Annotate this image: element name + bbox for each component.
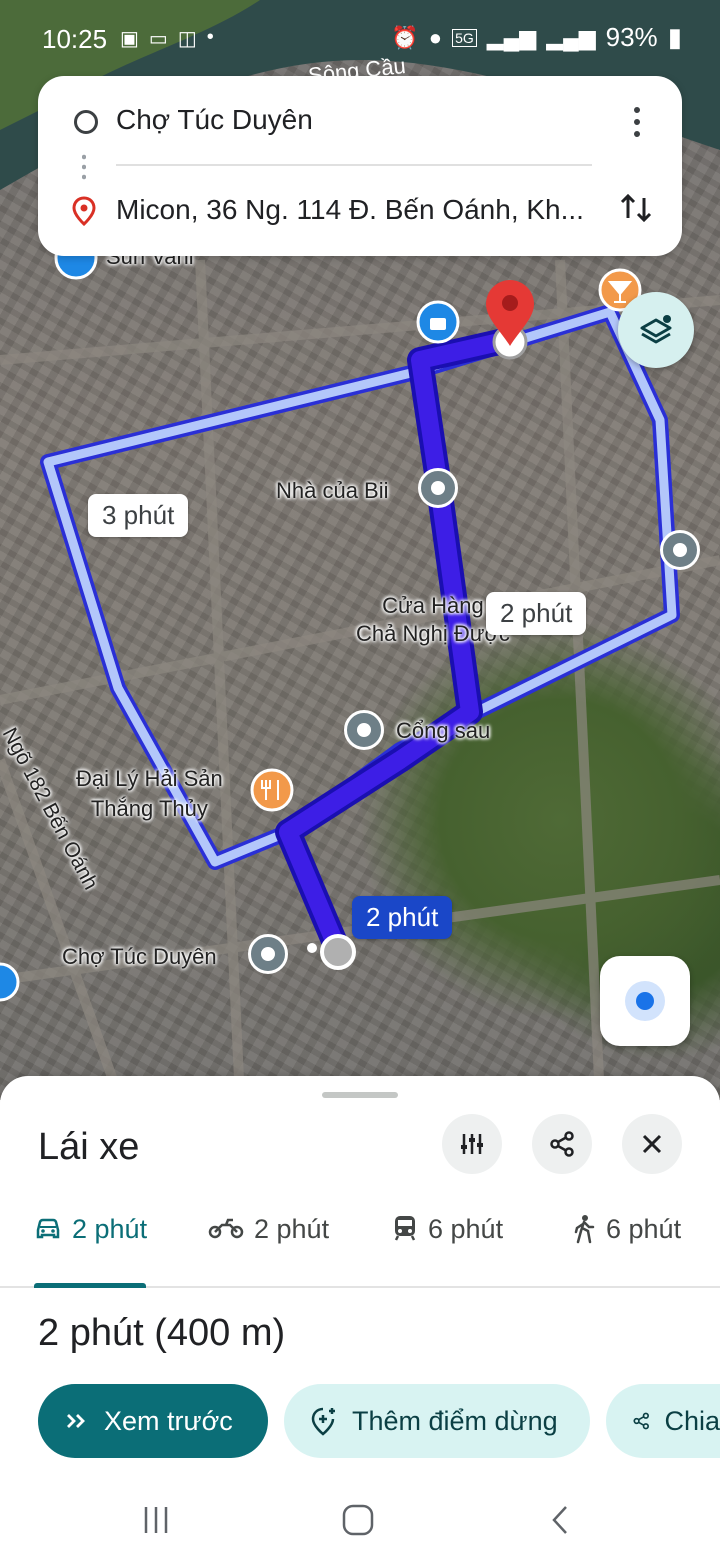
- swap-icon[interactable]: [616, 188, 656, 228]
- share-route-button[interactable]: [532, 1114, 592, 1174]
- layers-icon: [640, 315, 672, 344]
- recents-icon: [144, 1507, 168, 1533]
- map-label-cho-tuc-duyen: Chợ Túc Duyên: [62, 944, 217, 969]
- location-status-icon: ●: [428, 24, 443, 50]
- transit-icon: [394, 1216, 416, 1241]
- zalo-icon: ▭: [148, 28, 168, 50]
- route-time-alt-right[interactable]: 2 phút: [486, 592, 587, 635]
- back-icon: [552, 1506, 567, 1534]
- tab-walk-label: 6 phút: [606, 1214, 682, 1244]
- signal-icon-2: ▂▄▆: [546, 24, 596, 50]
- restaurant-poi[interactable]: [250, 768, 294, 812]
- dot-icon: •: [206, 26, 214, 48]
- poi-nha-cua-bii[interactable]: [418, 468, 458, 508]
- layers-button[interactable]: [618, 292, 694, 368]
- system-nav-bar: [0, 1480, 720, 1560]
- sheet-drag-handle[interactable]: [322, 1092, 398, 1098]
- back-button[interactable]: [530, 1500, 590, 1540]
- share-button[interactable]: Chia: [606, 1384, 720, 1458]
- alarm-icon: ⏰: [391, 24, 419, 50]
- tab-transit[interactable]: 6 phút: [392, 1214, 503, 1286]
- battery-text: 93%: [605, 22, 658, 52]
- status-bar: 10:25 ▣ ▭ ◫ • ⏰ ● 5G ▂▄▆ ▂▄▆ 93% ▮: [0, 0, 720, 76]
- route-options-button[interactable]: [442, 1114, 502, 1174]
- gallery-icon: ▣: [120, 28, 139, 50]
- map-label-nha-cua-bii: Nhà của Bii: [276, 478, 389, 503]
- double-chevron-icon: [67, 1414, 85, 1428]
- origin-marker[interactable]: [320, 934, 356, 970]
- preview-button[interactable]: Xem trước: [38, 1384, 268, 1458]
- home-icon: [342, 1504, 374, 1536]
- close-icon: [642, 1134, 662, 1154]
- home-button[interactable]: [328, 1500, 388, 1540]
- voicemail-icon: ◫: [177, 28, 197, 50]
- map-label-dai-ly: Đại Lý Hải Sản Thắng Thủy: [76, 766, 223, 821]
- route-time-alt-left[interactable]: 3 phút: [88, 494, 189, 537]
- tab-drive[interactable]: 2 phút: [34, 1214, 148, 1288]
- add-location-icon: [311, 1407, 335, 1436]
- battery-icon: ▮: [667, 22, 682, 52]
- directions-card: Chợ Túc Duyên Micon, 36 Ng. 114 Đ. Bến O…: [38, 76, 682, 256]
- divider: [116, 164, 592, 166]
- recents-button[interactable]: [126, 1500, 186, 1540]
- share-icon: [550, 1131, 574, 1157]
- add-stop-label: Thêm điểm dừng: [352, 1405, 558, 1436]
- motorbike-icon: [208, 1218, 244, 1239]
- origin-dot-small: [307, 943, 317, 953]
- blue-poi-left[interactable]: [0, 962, 20, 1002]
- shopping-bag-icon: [430, 318, 446, 330]
- destination-field[interactable]: Micon, 36 Ng. 114 Đ. Bến Oánh, Kh...: [116, 194, 596, 226]
- route-summary: 2 phút (400 m): [38, 1312, 286, 1354]
- tab-drive-label: 2 phút: [72, 1214, 148, 1244]
- share-label: Chia: [664, 1405, 720, 1436]
- tab-motorbike[interactable]: 2 phút: [208, 1214, 329, 1286]
- tune-icon: [461, 1134, 483, 1154]
- notification-icons: ▣ ▭ ◫ •: [120, 26, 214, 51]
- signal-icon: ▂▄▆: [486, 24, 537, 50]
- travel-mode-tabs: 2 phút 2 phút 6 phút 6 phút: [0, 1214, 720, 1288]
- route-time-primary[interactable]: 2 phút: [352, 896, 453, 939]
- walk-icon: [574, 1215, 595, 1244]
- poi-right-edge[interactable]: [660, 530, 700, 570]
- destination-pin-hole: [502, 295, 518, 311]
- origin-field[interactable]: Chợ Túc Duyên: [116, 104, 313, 136]
- destination-pin-icon: [72, 196, 96, 226]
- tab-motorbike-label: 2 phút: [254, 1214, 330, 1244]
- active-tab-indicator: [34, 1283, 146, 1288]
- poi-cong-sau[interactable]: [344, 710, 384, 750]
- status-time: 10:25: [42, 24, 108, 54]
- car-icon: [36, 1218, 60, 1239]
- more-options-button[interactable]: [622, 102, 652, 142]
- share-chip-icon: [633, 1412, 649, 1430]
- tab-walk[interactable]: 6 phút: [572, 1214, 681, 1286]
- route-dots-icon: [82, 152, 86, 182]
- map-label-cong-sau: Cổng sau: [396, 718, 491, 743]
- preview-label: Xem trước: [104, 1405, 233, 1436]
- close-button[interactable]: [622, 1114, 682, 1174]
- my-location-icon: [625, 981, 665, 1021]
- network-badge: 5G: [452, 28, 477, 47]
- tab-transit-label: 6 phút: [428, 1214, 504, 1244]
- poi-cho-tuc-duyen[interactable]: [248, 934, 288, 974]
- status-right: ⏰ ● 5G ▂▄▆ ▂▄▆ 93% ▮: [391, 22, 682, 53]
- sheet-title: Lái xe: [38, 1126, 140, 1168]
- add-stop-button[interactable]: Thêm điểm dừng: [284, 1384, 590, 1458]
- origin-circle-icon: [74, 110, 98, 134]
- my-location-button[interactable]: [600, 956, 690, 1046]
